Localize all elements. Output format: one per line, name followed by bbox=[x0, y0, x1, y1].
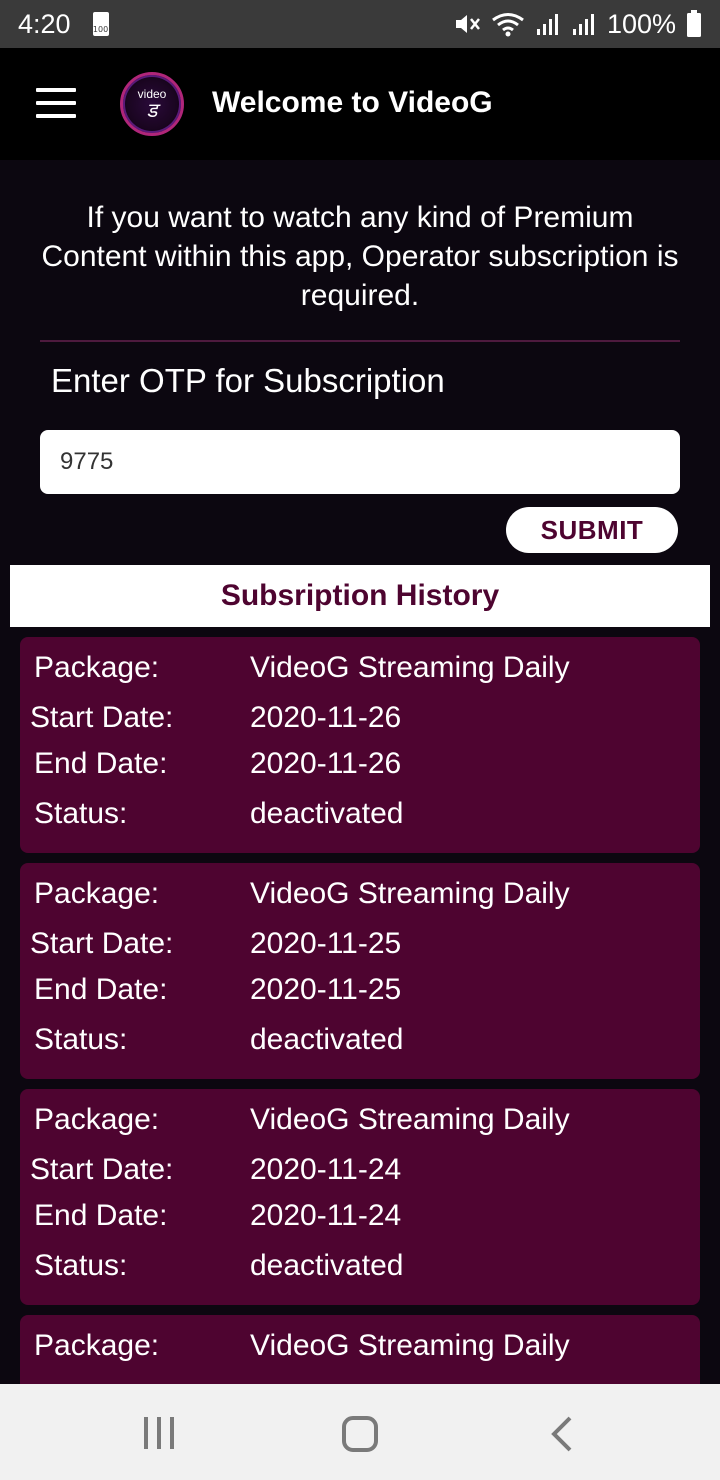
package-label: Package: bbox=[34, 651, 160, 684]
status-label: Status: bbox=[34, 797, 128, 830]
menu-icon-line bbox=[36, 101, 76, 105]
otp-input[interactable] bbox=[40, 430, 680, 494]
start-date-value: 2020-11-24 bbox=[250, 1153, 402, 1186]
app-title: Welcome to VideoG bbox=[212, 86, 493, 119]
logo-glyph: ड bbox=[146, 98, 158, 122]
package-value: VideoG Streaming Daily bbox=[250, 1103, 570, 1136]
otp-label: Enter OTP for Subscription bbox=[51, 362, 445, 399]
package-label: Package: bbox=[34, 1329, 160, 1362]
mute-icon bbox=[455, 15, 480, 33]
end-date-value: 2020-11-25 bbox=[250, 973, 402, 1006]
package-value: VideoG Streaming Daily bbox=[250, 877, 570, 910]
end-date-label: End Date: bbox=[34, 747, 168, 780]
status-bar: 4:20 100 100% bbox=[0, 0, 720, 48]
submit-button[interactable]: SUBMIT bbox=[506, 507, 678, 553]
nav-bar bbox=[0, 1384, 720, 1480]
package-value: VideoG Streaming Daily bbox=[250, 1329, 570, 1362]
battery-saver-icon: 100 bbox=[92, 12, 109, 36]
intro-text: If you want to watch any kind of Premium… bbox=[41, 201, 679, 312]
status-left: 4:20 100 bbox=[18, 9, 109, 40]
signal-icon-2 bbox=[572, 14, 594, 35]
wifi-icon bbox=[492, 13, 524, 37]
menu-icon-line bbox=[36, 114, 76, 118]
menu-button[interactable] bbox=[36, 88, 76, 118]
history-list[interactable]: Package: VideoG Streaming Daily Start Da… bbox=[20, 637, 700, 1384]
menu-icon-line bbox=[36, 88, 76, 92]
recents-icon[interactable] bbox=[142, 1416, 178, 1450]
status-value: deactivated bbox=[250, 1023, 404, 1056]
status-value: deactivated bbox=[250, 1249, 404, 1282]
history-title: Subsription History bbox=[10, 565, 710, 627]
start-date-value: 2020-11-25 bbox=[250, 927, 402, 960]
package-value: VideoG Streaming Daily bbox=[250, 651, 570, 684]
start-date-value: 2020-11-26 bbox=[250, 701, 402, 734]
battery-saver-label: 100 bbox=[92, 25, 109, 34]
signal-icon bbox=[536, 14, 558, 35]
status-right: 100% bbox=[453, 9, 702, 40]
history-card: Package: VideoG Streaming Daily bbox=[20, 1315, 700, 1384]
battery-percent: 100% bbox=[606, 8, 676, 39]
start-date-label: Start Date: bbox=[30, 1153, 174, 1186]
end-date-value: 2020-11-26 bbox=[250, 747, 402, 780]
status-value: deactivated bbox=[250, 797, 404, 830]
app-logo: video ड bbox=[120, 72, 184, 136]
divider bbox=[40, 340, 680, 342]
status-label: Status: bbox=[34, 1249, 128, 1282]
history-card: Package: VideoG Streaming Daily Start Da… bbox=[20, 863, 700, 1079]
start-date-label: Start Date: bbox=[30, 701, 174, 734]
history-card: Package: VideoG Streaming Daily Start Da… bbox=[20, 637, 700, 853]
status-label: Status: bbox=[34, 1023, 128, 1056]
home-icon[interactable] bbox=[341, 1415, 379, 1453]
battery-icon bbox=[687, 10, 701, 37]
history-card: Package: VideoG Streaming Daily Start Da… bbox=[20, 1089, 700, 1305]
app-bar: video ड Welcome to VideoG bbox=[0, 48, 720, 160]
package-label: Package: bbox=[34, 1103, 160, 1136]
package-label: Package: bbox=[34, 877, 160, 910]
end-date-label: End Date: bbox=[34, 973, 168, 1006]
back-icon[interactable] bbox=[548, 1415, 576, 1453]
end-date-value: 2020-11-24 bbox=[250, 1199, 402, 1232]
end-date-label: End Date: bbox=[34, 1199, 168, 1232]
status-time: 4:20 bbox=[18, 8, 71, 39]
start-date-label: Start Date: bbox=[30, 927, 174, 960]
